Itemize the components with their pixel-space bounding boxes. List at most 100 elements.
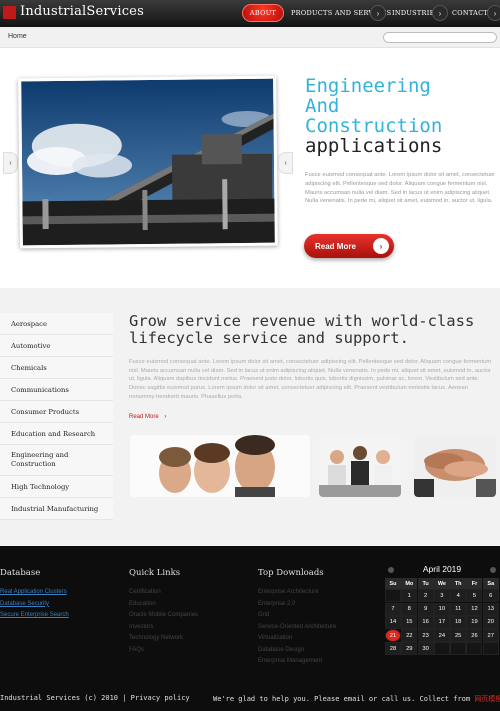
sidebar-item-education-research[interactable]: Education and Research (0, 423, 113, 445)
hero-read-more-button[interactable]: Read More › (304, 234, 394, 258)
collect-site-link[interactable]: 网页模板 (474, 695, 500, 703)
breadcrumb-home[interactable]: Home (8, 33, 27, 40)
sidebar-item-chemicals[interactable]: Chemicals (0, 357, 113, 379)
breadcrumb-bar: Home (0, 27, 500, 48)
calendar-day[interactable]: 13 (482, 602, 499, 616)
footer-link[interactable]: Secure Enterprise Search (0, 610, 69, 622)
arrow-right-icon: › (373, 238, 389, 254)
calendar-day[interactable]: 27 (482, 629, 499, 643)
calendar-day[interactable]: 8 (401, 602, 418, 616)
calendar-day[interactable]: 24 (433, 629, 450, 643)
footer-link[interactable]: Database Design (258, 645, 336, 657)
footer-link[interactable]: Enterprise Architecture (258, 587, 336, 599)
calendar-day[interactable]: 30 (417, 642, 434, 656)
stacked-hands-image (414, 435, 496, 497)
arrow-right-icon: › (164, 414, 167, 420)
office-photo (319, 435, 401, 497)
hero-slider: ‹ › Engineering And Construction applica… (0, 48, 500, 288)
slider-prev-button[interactable]: ‹ (3, 152, 18, 174)
calendar-day[interactable]: 17 (433, 615, 450, 629)
contact-note-text: We're glad to help you. Please email or … (213, 695, 416, 703)
handshake-photo (414, 435, 496, 497)
hero-photo (18, 75, 278, 249)
slider-next-button[interactable]: › (278, 152, 293, 174)
calendar-header: April 2019 (385, 564, 499, 578)
footer-top-downloads: Enterprise Architecture Enterprise 2.0 G… (258, 587, 336, 668)
calendar-day[interactable]: 2 (417, 589, 434, 603)
calendar-day[interactable]: 6 (482, 589, 499, 603)
footer-link[interactable]: Education (129, 599, 198, 611)
calendar-day[interactable]: 22 (401, 629, 418, 643)
sidebar-item-automotive[interactable]: Automotive (0, 335, 113, 357)
calendar-weekday: Th (450, 578, 467, 589)
footer-database-links: Real Application Clusters Database Secur… (0, 587, 69, 622)
footer-link[interactable]: Grid (258, 610, 336, 622)
calendar-day[interactable]: 4 (450, 589, 467, 603)
calendar-day[interactable]: 1 (401, 589, 418, 603)
sidebar-item-engineering-construction[interactable]: Engineering and Construction (0, 445, 113, 476)
footer-quick-links: Certification Education Oracle Mobile Co… (129, 587, 198, 656)
footer-link[interactable]: Certification (129, 587, 198, 599)
site-logo[interactable]: IndustrialServices (20, 4, 144, 19)
footer-link[interactable]: Investors (129, 622, 198, 634)
logo-mark (3, 6, 16, 19)
search-input[interactable] (383, 32, 497, 43)
calendar-month: April 2019 (422, 564, 462, 574)
footer-link[interactable]: Enterprise Management (258, 656, 336, 668)
calendar-day[interactable]: 29 (401, 642, 418, 656)
top-navigation-bar: IndustrialServices ABOUT PRODUCTS AND SE… (0, 0, 500, 27)
calendar-day[interactable]: 3 (433, 589, 450, 603)
calendar-day[interactable]: 26 (466, 629, 483, 643)
calendar-day[interactable]: 7 (385, 602, 401, 616)
calendar-day[interactable]: 5 (466, 589, 483, 603)
nav-about[interactable]: ABOUT (242, 4, 284, 22)
calendar-day[interactable]: 10 (433, 602, 450, 616)
calendar-weekday: Tu (417, 578, 434, 589)
footer-database-title: Database (0, 568, 41, 578)
calendar-day[interactable]: 16 (417, 615, 434, 629)
footer-link[interactable]: Real Application Clusters (0, 587, 69, 599)
sidebar-item-aerospace[interactable]: Aerospace (0, 313, 113, 335)
calendar-prev-icon[interactable] (388, 567, 394, 573)
section-title: Grow service revenue with world-class li… (129, 312, 475, 347)
calendar-day[interactable]: 14 (385, 615, 401, 629)
footer-link[interactable]: Database Security (0, 599, 69, 611)
footer-link[interactable]: FAQs (129, 645, 198, 657)
calendar-day[interactable]: 15 (401, 615, 418, 629)
chevron-right-icon: › (370, 5, 386, 21)
footer-link[interactable]: Oracle Mobile Companies (129, 610, 198, 622)
calendar-day[interactable]: 25 (450, 629, 467, 643)
sidebar-item-industrial-manufacturing[interactable]: Industrial Manufacturing (0, 498, 113, 520)
calendar-today[interactable]: 21 (385, 629, 401, 643)
hero-title: Engineering And Construction application… (305, 76, 495, 156)
footer-link[interactable]: Virtualization (258, 633, 336, 645)
sidebar-item-communications[interactable]: Communications (0, 379, 113, 401)
calendar-day[interactable]: 28 (385, 642, 401, 656)
sidebar-item-high-technology[interactable]: High Technology (0, 476, 113, 498)
read-more-label: Read More (315, 241, 356, 251)
calendar-day[interactable]: 23 (417, 629, 434, 643)
hero-title-line3: Construction (305, 115, 443, 137)
industrial-plant-image (21, 78, 275, 246)
calendar-next-icon[interactable] (490, 567, 496, 573)
calendar-grid: Su Mo Tu We Th Fr Sa 1 2 3 4 5 6 7 8 9 10 11 12 13 14 15 16 17 1… (385, 578, 499, 656)
section-text: Fusce euismod consequat ante. Lorem ipsu… (129, 359, 492, 400)
footer-link[interactable]: Service-Oriented Architecture (258, 622, 336, 634)
read-more-link-label: Read More (129, 414, 159, 420)
team-faces-image (130, 435, 310, 497)
section-read-more-link[interactable]: Read More › (129, 414, 166, 420)
calendar-day[interactable]: 20 (482, 615, 499, 629)
sidebar-item-consumer-products[interactable]: Consumer Products (0, 401, 113, 423)
footer-top-downloads-title: Top Downloads (258, 568, 324, 578)
calendar-empty-cell (450, 642, 467, 656)
footer: Database Real Application Clusters Datab… (0, 546, 500, 711)
footer-link[interactable]: Technology Network (129, 633, 198, 645)
calendar-day[interactable]: 11 (450, 602, 467, 616)
calendar-day[interactable]: 12 (466, 602, 483, 616)
main-content: Aerospace Automotive Chemicals Communica… (0, 288, 500, 546)
calendar-day[interactable]: 18 (450, 615, 467, 629)
calendar-day[interactable]: 19 (466, 615, 483, 629)
hero-title-line1: Engineering (305, 75, 431, 97)
calendar-day[interactable]: 9 (417, 602, 434, 616)
footer-link[interactable]: Enterprise 2.0 (258, 599, 336, 611)
